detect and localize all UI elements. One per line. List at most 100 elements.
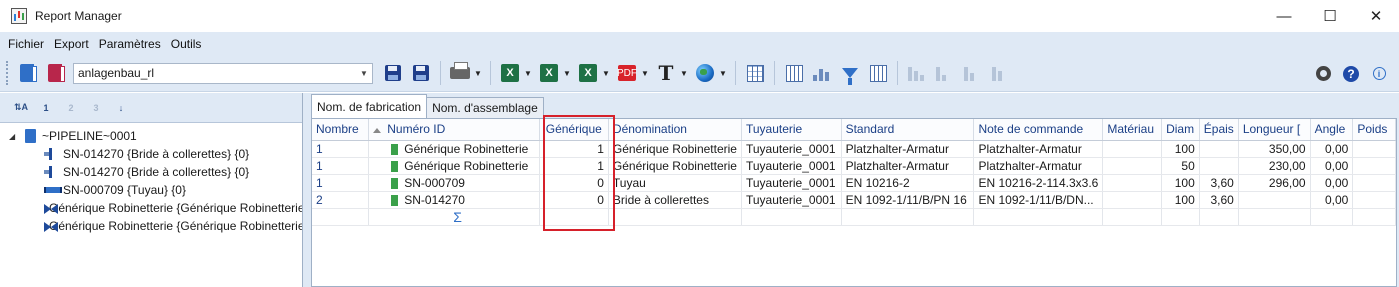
- cell-nombre[interactable]: 2: [312, 191, 370, 209]
- col-header-tuyauterie[interactable]: Tuyauterie: [741, 119, 842, 141]
- report-settings-button[interactable]: [44, 62, 66, 84]
- col-header-diam[interactable]: Diam: [1161, 119, 1200, 141]
- export-text-dropdown[interactable]: ▼: [680, 62, 688, 84]
- cell-standard[interactable]: EN 1092-1/11/B/PN 16: [841, 191, 975, 209]
- tree-item[interactable]: Générique Robinetterie {Générique Robine…: [0, 199, 302, 217]
- help-button[interactable]: ?: [1340, 63, 1362, 85]
- export-pdf-button[interactable]: PDF: [616, 62, 638, 84]
- tree-item[interactable]: SN-000709 {Tuyau} {0}: [0, 181, 302, 199]
- cell-diam[interactable]: 50: [1161, 157, 1200, 175]
- cell-longueur[interactable]: 230,00: [1238, 157, 1311, 175]
- cell-angle[interactable]: 0,00: [1310, 191, 1354, 209]
- table-row[interactable]: 1 Générique Robinetterie 1 Générique Rob…: [312, 157, 1396, 175]
- cell-diam[interactable]: 100: [1161, 140, 1200, 158]
- cell-nombre[interactable]: 1: [312, 140, 370, 158]
- cell-poids[interactable]: [1352, 191, 1396, 209]
- export-pdf-dropdown[interactable]: ▼: [641, 62, 649, 84]
- cell-numero-id[interactable]: Générique Robinetterie: [368, 140, 540, 158]
- col-header-standard[interactable]: Standard: [841, 119, 975, 141]
- cell-poids[interactable]: [1352, 140, 1396, 158]
- toolbar-grip[interactable]: [6, 61, 9, 85]
- cell-generique[interactable]: 0: [539, 191, 609, 209]
- export-excel2-button[interactable]: X: [538, 62, 560, 84]
- filter-button[interactable]: [839, 62, 861, 85]
- cell-generique[interactable]: 1: [539, 157, 609, 175]
- col-header-denomination[interactable]: Dénomination: [608, 119, 742, 141]
- tab-nom-assemblage[interactable]: Nom. d'assemblage: [426, 97, 544, 118]
- cell-nombre[interactable]: 1: [312, 157, 370, 175]
- export-excel3-button[interactable]: X: [577, 62, 599, 84]
- close-button[interactable]: ✕: [1353, 0, 1399, 32]
- cell-epais[interactable]: [1199, 157, 1239, 175]
- cell-tuyauterie[interactable]: Tuyauterie_0001: [741, 174, 842, 192]
- info-button[interactable]: i: [1368, 63, 1390, 85]
- column-settings-button[interactable]: [783, 62, 805, 84]
- cell-numero-id[interactable]: SN-000709: [368, 174, 540, 192]
- table-row[interactable]: 1 SN-000709 0 Tuyau Tuyauterie_0001 EN 1…: [312, 174, 1396, 192]
- cell-poids[interactable]: [1352, 174, 1396, 192]
- cell-note-commande[interactable]: Platzhalter-Armatur: [973, 157, 1104, 175]
- col-header-materiau[interactable]: Matériau: [1102, 119, 1163, 141]
- cell-standard[interactable]: Platzhalter-Armatur: [841, 140, 975, 158]
- cell-materiau[interactable]: [1102, 140, 1163, 158]
- cell-tuyauterie[interactable]: Tuyauterie_0001: [741, 140, 842, 158]
- cell-numero-id[interactable]: SN-014270: [368, 191, 540, 209]
- cell-diam[interactable]: 100: [1161, 174, 1200, 192]
- cell-generique[interactable]: 1: [539, 140, 609, 158]
- cell-materiau[interactable]: [1102, 191, 1163, 209]
- cell-denomination[interactable]: Bride à collerettes: [608, 191, 742, 209]
- cell-note-commande[interactable]: EN 1092-1/11/B/DN...: [973, 191, 1104, 209]
- col-header-longueur[interactable]: Longueur [: [1238, 119, 1311, 141]
- menu-fichier[interactable]: Fichier: [3, 37, 49, 51]
- sort-settings-button[interactable]: [811, 62, 833, 84]
- cell-poids[interactable]: [1352, 157, 1396, 175]
- cell-materiau[interactable]: [1102, 157, 1163, 175]
- cell-epais[interactable]: 3,60: [1199, 191, 1239, 209]
- tree-item[interactable]: SN-014270 {Bride à collerettes} {0}: [0, 145, 302, 163]
- table-row[interactable]: 2 SN-014270 0 Bride à collerettes Tuyaut…: [312, 191, 1396, 209]
- table-row[interactable]: 1 Générique Robinetterie 1 Générique Rob…: [312, 140, 1396, 158]
- cell-note-commande[interactable]: Platzhalter-Armatur: [973, 140, 1104, 158]
- cell-angle[interactable]: 0,00: [1310, 157, 1354, 175]
- col-header-numero-id[interactable]: Numéro ID: [368, 119, 540, 141]
- tree-item[interactable]: Générique Robinetterie {Générique Robine…: [0, 217, 302, 235]
- export-web-button[interactable]: [694, 62, 716, 84]
- cell-denomination[interactable]: Générique Robinetterie: [608, 157, 742, 175]
- minimize-button[interactable]: —: [1261, 0, 1307, 32]
- export-excel2-dropdown[interactable]: ▼: [563, 62, 571, 84]
- save-button[interactable]: [382, 62, 404, 84]
- menu-parametres[interactable]: Paramètres: [94, 37, 166, 51]
- cell-longueur[interactable]: [1238, 191, 1311, 209]
- col-header-generique[interactable]: Générique: [539, 119, 609, 141]
- group-settings-button[interactable]: [867, 62, 889, 84]
- export-text-button[interactable]: T: [655, 62, 677, 84]
- menu-export[interactable]: Export: [49, 37, 94, 51]
- tree-root[interactable]: ◢ ~PIPELINE~0001: [0, 127, 302, 145]
- export-excel-dropdown[interactable]: ▼: [524, 62, 532, 84]
- cell-nombre[interactable]: 1: [312, 174, 370, 192]
- cell-denomination[interactable]: Générique Robinetterie: [608, 140, 742, 158]
- cell-angle[interactable]: 0,00: [1310, 140, 1354, 158]
- col-header-nombre[interactable]: Nombre: [312, 119, 370, 141]
- report-select[interactable]: anlagenbau_rl ▼: [73, 62, 373, 84]
- cell-tuyauterie[interactable]: Tuyauterie_0001: [741, 191, 842, 209]
- tab-nom-fabrication[interactable]: Nom. de fabrication: [311, 94, 428, 118]
- cell-materiau[interactable]: [1102, 174, 1163, 192]
- col-header-note-commande[interactable]: Note de commande: [973, 119, 1104, 141]
- print-dropdown[interactable]: ▼: [474, 62, 482, 84]
- cell-standard[interactable]: EN 10216-2: [841, 174, 975, 192]
- open-report-button[interactable]: [16, 62, 38, 84]
- col-header-epais[interactable]: Épais: [1199, 119, 1239, 141]
- maximize-button[interactable]: ☐: [1307, 0, 1353, 32]
- cell-note-commande[interactable]: EN 10216-2-114.3x3.6: [973, 174, 1104, 192]
- tree-level-1-button[interactable]: 1: [35, 98, 57, 118]
- cell-diam[interactable]: 100: [1161, 191, 1200, 209]
- save-as-button[interactable]: [410, 62, 432, 84]
- cell-longueur[interactable]: 350,00: [1238, 140, 1311, 158]
- export-excel3-dropdown[interactable]: ▼: [602, 62, 610, 84]
- sum-icon[interactable]: Σ: [373, 209, 462, 225]
- cell-numero-id[interactable]: Générique Robinetterie: [368, 157, 540, 175]
- tree-collapse-button[interactable]: ↓: [110, 98, 132, 118]
- table-settings-button[interactable]: [744, 62, 766, 84]
- tree-expand-all-button[interactable]: ⇅A: [10, 98, 32, 118]
